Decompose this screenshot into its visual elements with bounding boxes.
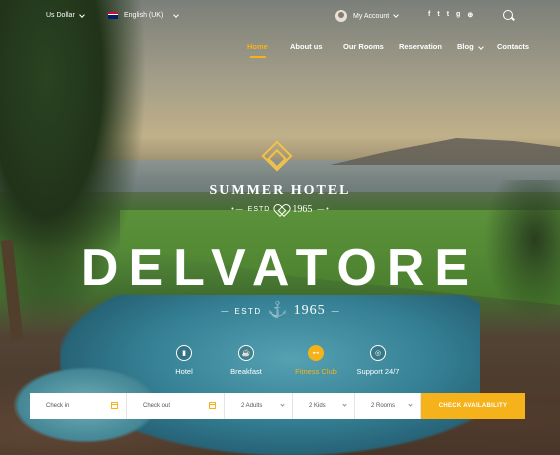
estd-year: 1965 <box>292 204 313 215</box>
estd-label-secondary: ESTD <box>234 306 262 316</box>
nav-reservation[interactable]: Reservation <box>399 42 442 51</box>
coffee-icon: ☕ <box>238 345 254 361</box>
hero-title: DELVATORE <box>80 239 480 297</box>
estd-year-secondary: 1965 <box>293 303 326 318</box>
feature-breakfast[interactable]: ☕ Breakfast <box>206 345 286 376</box>
check-out-field[interactable]: Check out <box>127 393 225 419</box>
top-bar: Us Dollar English (UK) My Account f t t … <box>0 0 560 32</box>
nav-our-rooms[interactable]: Our Rooms <box>343 42 384 51</box>
kids-label: 2 Kids <box>309 403 326 409</box>
language-selector[interactable]: English (UK) <box>108 11 180 19</box>
avatar <box>335 10 347 22</box>
anchor-icon: ⚓ <box>267 302 288 319</box>
facebook-icon[interactable]: f <box>428 11 430 19</box>
dumbbell-icon: ⊷ <box>308 345 324 361</box>
check-availability-button[interactable]: CHECK AVAILABILITY <box>421 393 525 419</box>
account-menu[interactable]: My Account <box>335 10 400 22</box>
twitter-icon[interactable]: t <box>437 11 439 19</box>
nav-blog[interactable]: Blog <box>457 42 484 51</box>
estd-label: ESTD <box>247 206 271 213</box>
tumblr-icon[interactable]: t <box>447 11 449 19</box>
hero-background <box>0 0 560 455</box>
rooms-select[interactable]: 2 Rooms <box>355 393 421 419</box>
booking-form: Check in Check out 2 Adults 2 Kids 2 Roo… <box>30 393 525 419</box>
language-label: English (UK) <box>124 12 164 19</box>
check-in-field[interactable]: Check in <box>30 393 127 419</box>
chevron-down-icon <box>173 11 180 18</box>
currency-selector[interactable]: Us Dollar <box>46 11 85 19</box>
google-plus-icon[interactable]: g <box>456 11 460 19</box>
feature-label: Breakfast <box>230 367 262 376</box>
social-links: f t t g ⊕ <box>428 11 473 19</box>
search-icon[interactable] <box>503 10 513 20</box>
adults-select[interactable]: 2 Adults <box>225 393 293 419</box>
chevron-down-icon <box>477 44 484 50</box>
account-label: My Account <box>353 12 390 20</box>
calendar-icon <box>111 402 118 409</box>
chevron-down-icon <box>78 11 85 18</box>
nav-home[interactable]: Home <box>247 42 268 51</box>
chevron-down-icon <box>408 402 413 407</box>
hero-subtitle: SUMMER HOTEL <box>209 183 351 198</box>
chevron-down-icon <box>393 12 400 18</box>
check-out-label: Check out <box>143 403 171 409</box>
features-row: ▮ Hotel ☕ Breakfast ⊷ Fitness Club ◎ Sup… <box>0 345 560 381</box>
dribbble-icon[interactable]: ⊕ <box>467 11 473 19</box>
main-nav: Home About us Our Rooms Reservation Blog… <box>0 42 560 62</box>
adults-label: 2 Adults <box>241 403 263 409</box>
check-in-label: Check in <box>46 403 70 409</box>
estd-row-secondary: — ESTD ⚓ 1965 — <box>221 302 339 319</box>
feature-support[interactable]: ◎ Support 24/7 <box>338 345 418 376</box>
hotel-icon: ▮ <box>176 345 192 361</box>
nav-blog-label: Blog <box>457 42 474 51</box>
calendar-icon <box>209 402 216 409</box>
rooms-label: 2 Rooms <box>371 403 396 409</box>
uk-flag-icon <box>108 12 118 19</box>
nav-active-indicator <box>250 56 266 58</box>
hero-overlay <box>0 0 560 455</box>
kids-select[interactable]: 2 Kids <box>293 393 355 419</box>
estd-row: • — ESTD 1965 — • <box>231 204 329 215</box>
support-icon: ◎ <box>370 345 386 361</box>
nav-contacts[interactable]: Contacts <box>497 42 529 51</box>
chevron-down-icon <box>342 402 347 407</box>
chevron-down-icon <box>280 402 285 407</box>
currency-label: Us Dollar <box>46 12 75 19</box>
heart-icon <box>275 205 287 215</box>
feature-label: Support 24/7 <box>356 367 400 376</box>
nav-about-us[interactable]: About us <box>290 42 323 51</box>
